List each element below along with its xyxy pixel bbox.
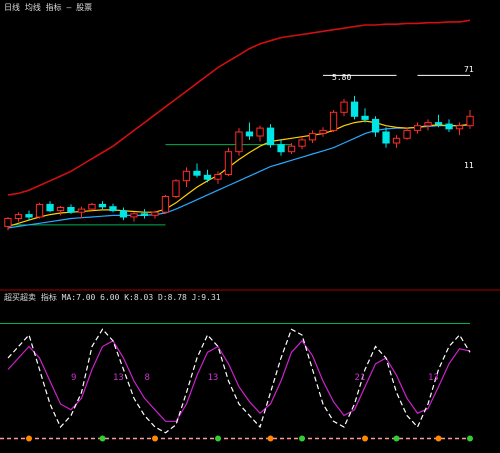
cycle-label: 21 <box>355 373 366 383</box>
candle-body <box>466 115 474 127</box>
upper-right-label: 71 <box>464 65 474 74</box>
candle-body <box>361 115 369 120</box>
candle-body <box>340 101 348 113</box>
signal-marker <box>299 435 305 442</box>
candle-body <box>25 214 33 218</box>
candle-body <box>319 129 327 134</box>
cycle-label: 13 <box>208 373 219 383</box>
price-panel-header: 日线 均线 指标 — 股票 <box>4 2 92 12</box>
candle-body <box>56 207 65 212</box>
signal-marker <box>152 435 158 442</box>
signal-marker <box>99 435 106 442</box>
signal-marker <box>393 435 400 442</box>
candle-body <box>308 133 317 141</box>
candle-body <box>382 131 390 144</box>
candle-body <box>445 123 453 130</box>
candle-body <box>455 125 464 130</box>
candle-body <box>67 207 75 213</box>
cycle-label: 9 <box>71 373 76 383</box>
oscillator-panel-header: 超买超卖 指标 MA:7.00 6.00 K:8.03 D:8.78 J:9.3… <box>4 292 221 302</box>
candle-body <box>35 203 44 218</box>
candle-body <box>4 218 12 227</box>
signal-marker <box>467 435 473 442</box>
candle-body <box>350 101 359 117</box>
candle-body <box>14 214 23 220</box>
candle-body <box>130 213 138 218</box>
candle-body <box>298 139 306 147</box>
candle-body <box>235 131 243 153</box>
candle-body <box>434 122 443 125</box>
candle-body <box>46 203 54 212</box>
signal-marker <box>435 435 442 442</box>
signal-marker <box>26 435 32 442</box>
candle-body <box>214 174 222 180</box>
signal-marker <box>267 435 274 442</box>
candle-body <box>413 125 422 131</box>
candle-body <box>371 118 380 133</box>
background <box>0 0 500 453</box>
candle-body <box>98 203 107 208</box>
candle-body <box>119 210 128 218</box>
candle-body <box>424 122 432 127</box>
candle-body <box>224 151 233 175</box>
candle-body <box>203 174 212 180</box>
cycle-label: 13 <box>113 373 124 383</box>
candle-body <box>77 208 86 213</box>
candle-body <box>287 145 296 153</box>
candle-body <box>329 111 338 131</box>
candle-body <box>266 127 275 146</box>
candle-body <box>109 206 117 212</box>
lower-right-label: 11 <box>464 161 474 170</box>
candle-body <box>140 213 149 216</box>
candle-body <box>172 180 180 198</box>
candle-body <box>392 137 401 144</box>
candle-body <box>193 170 201 176</box>
pivot-high-label: 5.80 <box>332 73 351 82</box>
candle-body <box>277 144 285 153</box>
cycle-label: 8 <box>145 373 150 383</box>
candle-body <box>403 129 411 139</box>
candle-body <box>88 203 96 210</box>
candle-body <box>151 211 159 216</box>
signal-marker <box>362 435 368 442</box>
signal-marker <box>215 435 221 442</box>
cycle-label: 13 <box>428 373 439 383</box>
candle-body <box>245 131 254 137</box>
candle-body <box>161 196 170 213</box>
stock-chart: 日线 均线 指标 — 股票 超买超卖 指标 MA:7.00 6.00 K:8.0… <box>0 0 500 453</box>
candle-body <box>256 127 264 137</box>
candle-body <box>182 170 191 182</box>
chart-window: 日线 均线 指标 — 股票 超买超卖 指标 MA:7.00 6.00 K:8.0… <box>0 0 500 453</box>
